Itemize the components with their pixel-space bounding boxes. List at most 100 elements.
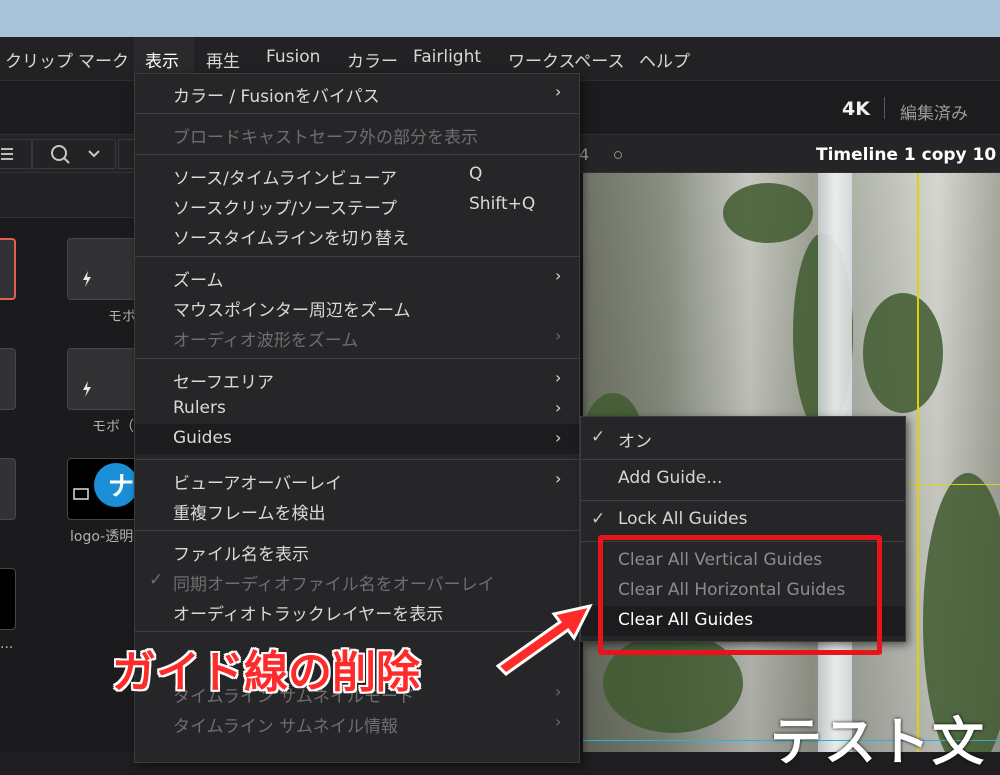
- menu-divider: [135, 154, 579, 155]
- menu-item-switch-source-timeline[interactable]: ソースタイムラインを切り替え: [135, 220, 579, 250]
- submenu-item-add-guide[interactable]: Add Guide...: [581, 464, 905, 494]
- submenu-item-label: Add Guide...: [618, 468, 723, 488]
- search-icon: [51, 145, 100, 164]
- timeline-dot-icon: [614, 151, 622, 159]
- menu-item-label: オーディオトラックレイヤーを表示: [173, 605, 444, 625]
- list-view-button[interactable]: [0, 139, 32, 169]
- chevron-right-icon: ›: [555, 682, 562, 701]
- annotation-arrow-icon: [495, 603, 593, 676]
- annotation-highlight-box: [598, 535, 882, 655]
- menu-item-shortcut: Shift+Q: [469, 194, 536, 214]
- menu-item-label: ファイル名を表示: [173, 545, 309, 565]
- clip-flash-icon: [83, 271, 91, 287]
- menu-playback[interactable]: 再生: [206, 47, 240, 72]
- edit-state-label: 編集済み: [900, 104, 968, 124]
- menu-item-label: Guides: [173, 428, 232, 448]
- chevron-right-icon: ›: [555, 326, 562, 345]
- media-clip[interactable]: [67, 238, 137, 300]
- menu-item-viewer-overlay[interactable]: ビューアオーバーレイ ›: [135, 465, 579, 495]
- chevron-right-icon: ›: [555, 82, 562, 101]
- menu-item-zoom-pointer[interactable]: マウスポインター周辺をズーム: [135, 292, 579, 322]
- menu-item-zoom-waveform: オーディオ波形をズーム ›: [135, 322, 579, 352]
- media-clip-label: ...: [0, 636, 14, 652]
- submenu-divider: [581, 459, 905, 460]
- media-clip-label: モボ: [108, 309, 136, 325]
- desktop-background: [0, 0, 1000, 37]
- menu-item-detect-duplicate-frames[interactable]: 重複フレームを検出: [135, 495, 579, 525]
- viewer-foliage: [863, 293, 943, 413]
- menu-item-label: ソースクリップ/ソーステープ: [173, 199, 398, 219]
- menu-item-source-timeline-viewer[interactable]: ソース/タイムラインビューア Q: [135, 160, 579, 190]
- submenu-item-guides-on[interactable]: ✓ オン: [581, 423, 905, 453]
- menu-item-safe-area[interactable]: セーフエリア ›: [135, 364, 579, 394]
- menu-item-broadcast-safe: ブロードキャストセーフ外の部分を表示: [135, 119, 579, 149]
- header-separator: [884, 97, 885, 119]
- media-clip-selected[interactable]: [0, 238, 16, 300]
- menu-clip[interactable]: クリップ: [5, 47, 73, 72]
- chevron-right-icon: ›: [555, 712, 562, 731]
- annotation-label: ガイド線の削除: [112, 647, 420, 698]
- search-button[interactable]: [32, 139, 116, 169]
- menu-view[interactable]: 表示: [145, 47, 179, 72]
- menu-item-label: カラー / Fusionをバイパス: [173, 87, 380, 107]
- menu-item-thumbnail-info: タイムライン サムネイル情報 ›: [135, 708, 579, 738]
- resolution-label: 4K: [842, 98, 870, 120]
- menu-item-label: ソース/タイムラインビューア: [173, 169, 398, 189]
- menu-item-label: タイムライン サムネイル情報: [173, 717, 398, 737]
- checkmark-icon: ✓: [591, 427, 606, 447]
- menu-item-label: 重複フレームを検出: [173, 504, 326, 524]
- submenu-item-lock-all-guides[interactable]: ✓ Lock All Guides: [581, 505, 905, 535]
- chevron-right-icon: ›: [555, 266, 562, 285]
- toolbar-number: 4: [579, 145, 590, 164]
- vertical-guide-line[interactable]: [917, 173, 919, 752]
- menu-help[interactable]: ヘルプ: [639, 47, 690, 72]
- menu-divider: [135, 530, 579, 531]
- menu-item-label: ブロードキャストセーフ外の部分を表示: [173, 128, 478, 148]
- menu-item-overlay-sync-audio-names: ✓ 同期オーディオファイル名をオーバーレイ: [135, 566, 579, 596]
- viewer-foliage: [723, 183, 813, 243]
- menu-fusion[interactable]: Fusion: [266, 47, 320, 67]
- menu-color[interactable]: カラー: [347, 47, 398, 72]
- menu-item-zoom[interactable]: ズーム ›: [135, 262, 579, 292]
- timeline-name[interactable]: Timeline 1 copy 10: [816, 145, 996, 165]
- menu-item-show-file-names[interactable]: ファイル名を表示: [135, 536, 579, 566]
- menu-mark[interactable]: マーク: [78, 47, 129, 72]
- chevron-right-icon: ›: [555, 398, 562, 417]
- checkmark-icon: ✓: [591, 509, 606, 529]
- media-clip-logo[interactable]: ナ: [67, 458, 138, 520]
- menu-workspace[interactable]: ワークスペース: [508, 47, 624, 72]
- list-icon: [1, 148, 13, 160]
- menu-item-shortcut: Q: [469, 164, 483, 184]
- menu-divider: [135, 256, 579, 257]
- chevron-right-icon: ›: [555, 469, 562, 488]
- media-clip[interactable]: [0, 568, 16, 630]
- menu-item-bypass[interactable]: カラー / Fusionをバイパス ›: [135, 78, 579, 108]
- menu-item-label: オーディオ波形をズーム: [173, 331, 359, 351]
- menu-divider: [135, 113, 579, 114]
- chevron-right-icon: ›: [555, 428, 562, 447]
- menu-item-label: Rulers: [173, 398, 226, 418]
- media-clip[interactable]: [0, 458, 16, 520]
- menu-item-label: セーフエリア: [173, 373, 274, 393]
- checkmark-icon: ✓: [149, 570, 164, 590]
- menu-item-label: マウスポインター周辺をズーム: [173, 301, 411, 321]
- menu-item-rulers[interactable]: Rulers ›: [135, 394, 579, 424]
- submenu-item-label: Lock All Guides: [618, 509, 748, 529]
- menu-item-label: ビューアオーバーレイ: [173, 474, 343, 494]
- menu-item-label: 同期オーディオファイル名をオーバーレイ: [173, 575, 495, 595]
- menu-item-label: ソースタイムラインを切り替え: [173, 229, 409, 249]
- menu-item-source-clip-tape[interactable]: ソースクリップ/ソーステープ Shift+Q: [135, 190, 579, 220]
- media-clip-label: logo-透明: [70, 529, 134, 545]
- submenu-item-label: オン: [618, 432, 652, 452]
- menu-fairlight[interactable]: Fairlight: [413, 47, 481, 67]
- media-clip[interactable]: [67, 348, 137, 410]
- svg-text:ナ: ナ: [108, 472, 134, 502]
- media-clip[interactable]: [0, 348, 16, 410]
- menu-divider: [135, 459, 579, 460]
- media-pool-header: [0, 173, 136, 218]
- menu-item-label: ズーム: [173, 271, 224, 291]
- clip-flash-icon: [83, 381, 91, 397]
- viewer-caption-text: テスト文: [770, 713, 987, 773]
- menu-item-guides[interactable]: Guides ›: [135, 424, 579, 454]
- menu-divider: [135, 358, 579, 359]
